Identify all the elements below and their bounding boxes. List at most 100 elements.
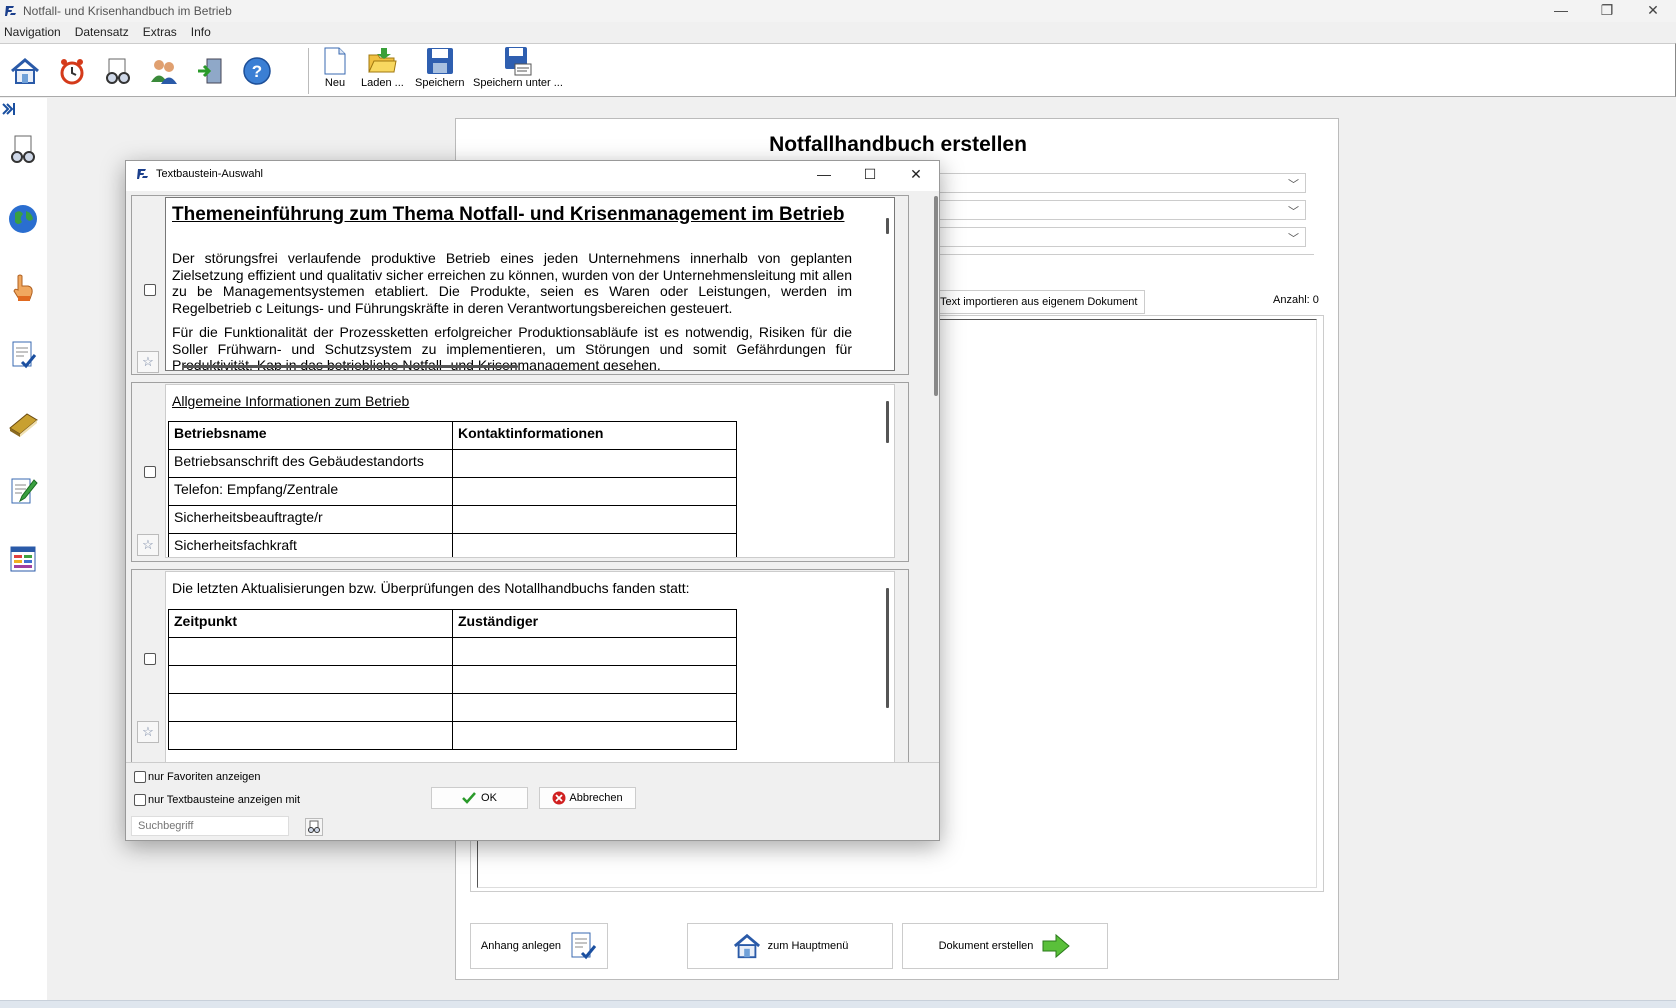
- home-icon[interactable]: [8, 54, 42, 88]
- restore-button[interactable]: ❐: [1584, 0, 1630, 22]
- save-as-disk-icon: [504, 47, 532, 76]
- help-icon[interactable]: ?: [240, 54, 274, 88]
- users-icon[interactable]: [147, 54, 181, 88]
- divider: [936, 254, 1314, 255]
- search-glasses-icon[interactable]: [305, 818, 323, 836]
- status-strip: [0, 1000, 1676, 1008]
- checkmark-icon: [462, 792, 476, 804]
- chevron-down-icon: ﹀: [1288, 206, 1299, 218]
- save-as-button[interactable]: Speichern unter ...: [473, 46, 563, 89]
- ok-button[interactable]: OK: [431, 787, 528, 809]
- table-cell: [452, 721, 737, 750]
- hand-pointer-icon[interactable]: [6, 270, 40, 304]
- block-preview: Themeneinführung zum Thema Notfall- und …: [165, 197, 895, 371]
- attach-document-icon: [571, 932, 597, 960]
- table-cell: Betriebsanschrift des Gebäudestandorts: [168, 449, 453, 478]
- create-document-button[interactable]: Dokument erstellen: [902, 923, 1108, 969]
- select-field-2[interactable]: ﹀: [936, 200, 1306, 220]
- info-table: Betriebsname Kontaktinformationen Betrie…: [168, 421, 737, 557]
- alarm-clock-icon[interactable]: [55, 54, 89, 88]
- checkbox-box[interactable]: [134, 794, 146, 806]
- table-header: Kontaktinformationen: [452, 421, 737, 450]
- block-scrollbar[interactable]: [886, 588, 889, 708]
- search-input[interactable]: [131, 816, 289, 836]
- menu-navigation[interactable]: Navigation: [4, 25, 61, 39]
- chevron-down-icon: ﹀: [1288, 233, 1299, 245]
- dialog-body: ☆ Themeneinführung zum Thema Notfall- un…: [126, 191, 939, 762]
- table-icon[interactable]: [6, 542, 40, 576]
- main-menu-button[interactable]: zum Hauptmenü: [687, 923, 893, 969]
- table-cell: [452, 693, 737, 722]
- menu-extras[interactable]: Extras: [143, 25, 177, 39]
- block-preview: Die letzten Aktualisierungen bzw. Überpr…: [165, 571, 895, 762]
- favorite-star-icon[interactable]: ☆: [137, 351, 159, 373]
- search-glasses-icon[interactable]: [101, 54, 135, 88]
- text-block-1: ☆ Themeneinführung zum Thema Notfall- un…: [131, 195, 909, 375]
- window-title: Notfall- und Krisenhandbuch im Betrieb: [23, 4, 232, 18]
- app-logo-icon: [5, 6, 16, 16]
- import-text-button[interactable]: Text importieren aus eigenem Dokument: [933, 290, 1145, 314]
- close-button[interactable]: ✕: [1630, 0, 1676, 22]
- text-filter-checkbox[interactable]: nur Textbausteine anzeigen mit: [134, 794, 300, 806]
- table-cell: [168, 665, 453, 694]
- toolbar-separator: [308, 48, 309, 94]
- table-cell: Sicherheitsfachkraft: [168, 533, 453, 557]
- save-button[interactable]: Speichern: [415, 46, 465, 89]
- attach-button[interactable]: Anhang anlegen: [470, 923, 608, 969]
- block-checkbox[interactable]: [144, 284, 156, 296]
- favorite-star-icon[interactable]: ☆: [137, 534, 159, 556]
- window-titlebar: Notfall- und Krisenhandbuch im Betrieb —…: [0, 0, 1676, 22]
- dialog-maximize-button[interactable]: ☐: [847, 161, 893, 187]
- chevron-down-icon: ﹀: [1288, 179, 1299, 191]
- dialog-minimize-button[interactable]: —: [801, 161, 847, 187]
- count-label: Anzahl: 0: [1273, 294, 1319, 306]
- save-disk-icon: [426, 48, 453, 74]
- block-heading: Die letzten Aktualisierungen bzw. Überpr…: [172, 580, 690, 596]
- table-cell: Sicherheitsbeauftragte/r: [168, 505, 453, 534]
- dialog-close-button[interactable]: ✕: [893, 161, 939, 187]
- block-heading: Allgemeine Informationen zum Betrieb: [172, 393, 410, 409]
- block-scrollbar[interactable]: [886, 218, 889, 234]
- globe-icon[interactable]: [6, 202, 40, 236]
- block-paragraph: Für die Funktionalität der Prozessketten…: [172, 324, 852, 371]
- favorites-only-checkbox[interactable]: nur Favoriten anzeigen: [134, 771, 261, 783]
- book-icon[interactable]: [6, 406, 40, 440]
- app-logo-icon: [137, 169, 148, 179]
- table-cell: [452, 637, 737, 666]
- table-cell: [452, 665, 737, 694]
- table-cell: [168, 721, 453, 750]
- horizontal-scrollbar[interactable]: [182, 365, 518, 368]
- update-table: Zeitpunkt Zuständiger: [168, 609, 737, 750]
- table-cell: [452, 505, 737, 534]
- table-cell: [168, 637, 453, 666]
- favorite-star-icon[interactable]: ☆: [137, 721, 159, 743]
- exit-door-icon[interactable]: [193, 54, 227, 88]
- toolbar: ? Neu Laden ... Speichern Speichern unte…: [0, 43, 1676, 97]
- menu-bar: Navigation Datensatz Extras Info: [0, 22, 1676, 42]
- table-header: Betriebsname: [168, 421, 453, 450]
- document-search-icon[interactable]: [6, 132, 40, 166]
- select-field-1[interactable]: ﹀: [936, 173, 1306, 193]
- edit-document-icon[interactable]: [6, 474, 40, 508]
- menu-datensatz[interactable]: Datensatz: [75, 25, 129, 39]
- home-icon: [733, 933, 760, 959]
- table-cell: [168, 693, 453, 722]
- load-button[interactable]: Laden ...: [361, 46, 404, 89]
- text-block-2: ☆ Allgemeine Informationen zum Betrieb B…: [131, 382, 909, 562]
- text-block-3: ☆ Die letzten Aktualisierungen bzw. Über…: [131, 569, 909, 762]
- cancel-button[interactable]: Abbrechen: [539, 787, 636, 809]
- minimize-button[interactable]: —: [1538, 0, 1584, 22]
- table-cell: [452, 449, 737, 478]
- expand-sidebar-icon[interactable]: [2, 102, 16, 116]
- svg-text:?: ?: [252, 62, 262, 81]
- select-field-3[interactable]: ﹀: [936, 227, 1306, 247]
- block-checkbox[interactable]: [144, 653, 156, 665]
- new-button[interactable]: Neu: [322, 46, 348, 89]
- checkbox-box[interactable]: [134, 771, 146, 783]
- dialog-title: Textbaustein-Auswahl: [156, 168, 264, 180]
- block-scrollbar[interactable]: [886, 401, 889, 443]
- dialog-scrollbar[interactable]: [934, 196, 938, 396]
- block-checkbox[interactable]: [144, 466, 156, 478]
- checklist-icon[interactable]: [6, 338, 40, 372]
- menu-info[interactable]: Info: [191, 25, 211, 39]
